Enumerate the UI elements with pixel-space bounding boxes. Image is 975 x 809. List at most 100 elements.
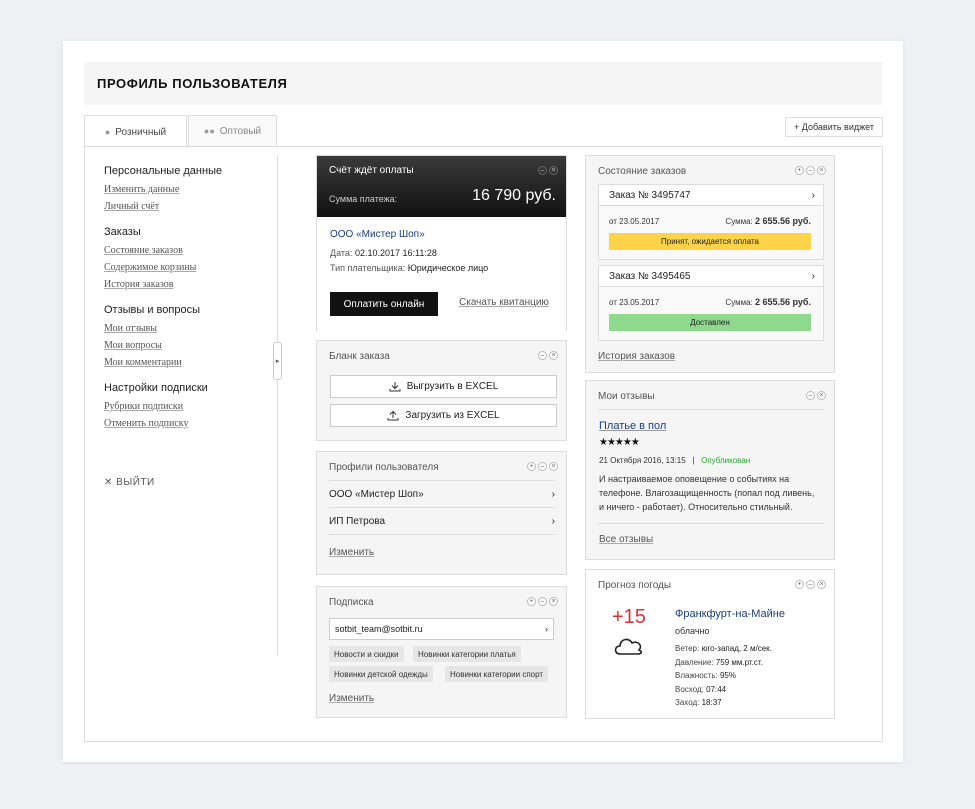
widget-title: Состояние заказов	[598, 166, 687, 177]
download-receipt-link[interactable]: Скачать квитанцию	[459, 297, 549, 308]
import-excel-button[interactable]: Загрузить из EXCEL	[330, 404, 557, 427]
sidebar-link-order-history[interactable]: История заказов	[104, 279, 274, 290]
chevron-right-icon: ▸	[275, 358, 280, 365]
order-number: Заказ № 3495747	[609, 189, 691, 201]
sidebar-link-edit-data[interactable]: Изменить данные	[104, 184, 274, 195]
order-card: Заказ № 3495465 › от 23.05.2017 Сумма: 2…	[598, 265, 824, 341]
edit-subscription-link[interactable]: Изменить	[329, 693, 374, 704]
sum-value: 2 655.56 руб.	[755, 216, 811, 226]
import-label: Загрузить из EXCEL	[405, 410, 500, 421]
settings-icon[interactable]: •	[527, 462, 536, 471]
page-header: ПРОФИЛЬ ПОЛЬЗОВАТЕЛЯ	[84, 62, 882, 105]
weather-city: Франкфурт-на-Майне	[675, 608, 785, 620]
settings-icon[interactable]: •	[795, 166, 804, 175]
sidebar-link-unsubscribe[interactable]: Отменить подписку	[104, 418, 274, 429]
profile-item[interactable]: ООО «Мистер Шоп» ›	[329, 481, 555, 508]
order-status-badge: Принят, ожидается оплата	[609, 233, 811, 250]
page-title: ПРОФИЛЬ ПОЛЬЗОВАТЕЛЯ	[97, 76, 288, 91]
close-icon[interactable]: ×	[817, 580, 826, 589]
meta-separator: |	[692, 456, 695, 465]
weather-detail-value: 07:44	[706, 684, 727, 694]
email-field[interactable]: sotbit_team@sotbit.ru ›	[329, 618, 554, 640]
review-meta: 21 Октября 2016, 13:15 | Опубликован	[599, 456, 750, 465]
weather-detail-label: Заход:	[675, 698, 702, 707]
weather-condition: облачно	[675, 626, 710, 636]
tab-retail-label: Розничный	[115, 126, 167, 138]
order-status-widget: Состояние заказов • – × Заказ № 3495747 …	[585, 155, 835, 373]
subscription-chip[interactable]: Новинки категории платья	[413, 646, 521, 662]
order-sum: Сумма: 2 655.56 руб.	[725, 216, 811, 226]
minimize-icon[interactable]: –	[538, 462, 547, 471]
tab-wholesale[interactable]: ●● Оптовый	[188, 115, 277, 147]
sidebar-link-subscription-topics[interactable]: Рубрики подписки	[104, 401, 274, 412]
subscription-chip[interactable]: Новости и скидки	[329, 646, 404, 662]
date-value: 02.10.2017 16:11:28	[354, 248, 437, 258]
widget-title: Мои отзывы	[598, 391, 655, 402]
widget-controls: • – ×	[795, 580, 826, 589]
settings-icon[interactable]: •	[527, 597, 536, 606]
order-number: Заказ № 3495465	[609, 270, 691, 282]
sidebar-heading: Заказы	[104, 226, 141, 238]
order-form-widget: Бланк заказа – × Выгрузить в EXCEL Загру…	[316, 340, 567, 441]
weather-detail-label: Давление:	[675, 657, 716, 667]
minimize-icon[interactable]: –	[806, 166, 815, 175]
chevron-right-icon: ›	[551, 488, 555, 500]
sidebar-heading: Настройки подписки	[104, 382, 208, 394]
order-history-link[interactable]: История заказов	[598, 351, 675, 362]
profile-name: ООО «Мистер Шоп»	[329, 488, 424, 500]
settings-icon[interactable]: •	[795, 580, 804, 589]
reviews-widget: Мои отзывы – × Платье в пол ★★★★★ 21 Окт…	[585, 380, 835, 560]
sidebar-link-account[interactable]: Личный счёт	[104, 201, 274, 212]
minimize-icon[interactable]: –	[806, 580, 815, 589]
logout-button[interactable]: ✕ ВЫЙТИ	[104, 477, 155, 488]
close-icon[interactable]: ×	[817, 166, 826, 175]
close-icon[interactable]: ×	[549, 597, 558, 606]
order-date: от 23.05.2017	[609, 298, 660, 307]
profile-name: ИП Петрова	[329, 515, 386, 527]
add-widget-button[interactable]: + Добавить виджет	[785, 117, 883, 137]
close-icon[interactable]: ×	[549, 166, 558, 175]
divider	[598, 523, 824, 524]
email-value: sotbit_team@sotbit.ru	[335, 624, 423, 634]
payment-title: Счёт ждёт оплаты	[329, 165, 414, 176]
minimize-icon[interactable]: –	[538, 166, 547, 175]
pay-online-button[interactable]: Оплатить онлайн	[330, 292, 438, 316]
export-excel-button[interactable]: Выгрузить в EXCEL	[330, 375, 557, 398]
widget-controls: • – ×	[795, 166, 826, 175]
sidebar-link-my-comments[interactable]: Мои комментарии	[104, 357, 274, 368]
weather-detail-row: Влажность: 95%	[675, 669, 772, 683]
close-icon[interactable]: ×	[549, 351, 558, 360]
payment-payer: Тип плательщика: Юридическое лицо	[330, 263, 488, 273]
subscription-chip[interactable]: Новинки категории спорт	[445, 666, 549, 682]
weather-detail-value: 95%	[719, 671, 736, 680]
close-icon[interactable]: ×	[549, 462, 558, 471]
all-reviews-link[interactable]: Все отзывы	[599, 534, 653, 545]
subscription-chip[interactable]: Новинки детской одежды	[329, 666, 433, 682]
sidebar-toggle-button[interactable]: ▸	[273, 342, 282, 380]
weather-widget: Прогноз погоды • – × +15 Франкфурт-на-Ма…	[585, 569, 835, 719]
payer-label: Тип плательщика:	[330, 263, 406, 273]
weather-detail-label: Восход:	[675, 684, 707, 694]
widget-controls: • – ×	[527, 462, 558, 471]
sidebar-group-personal: Персональные данные Изменить данные Личн…	[104, 165, 274, 212]
review-title-link[interactable]: Платье в пол	[599, 420, 666, 432]
logout-label: ВЫЙТИ	[116, 477, 155, 488]
chevron-right-icon: ›	[811, 189, 815, 201]
profiles-widget: Профили пользователя • – × ООО «Мистер Ш…	[316, 451, 567, 575]
tab-retail[interactable]: ● Розничный	[84, 115, 187, 148]
sidebar-link-order-status[interactable]: Состояние заказов	[104, 245, 274, 256]
payment-widget: Счёт ждёт оплаты – × Сумма платежа: 16 7…	[316, 155, 567, 331]
tab-wholesale-label: Оптовый	[219, 125, 262, 137]
order-header[interactable]: Заказ № 3495465 ›	[599, 266, 823, 287]
edit-profiles-link[interactable]: Изменить	[329, 547, 374, 558]
widget-controls: – ×	[538, 351, 558, 360]
minimize-icon[interactable]: –	[806, 391, 815, 400]
sidebar-link-my-reviews[interactable]: Мои отзывы	[104, 323, 274, 334]
close-icon[interactable]: ×	[817, 391, 826, 400]
minimize-icon[interactable]: –	[538, 597, 547, 606]
sidebar-link-cart[interactable]: Содержимое корзины	[104, 262, 274, 273]
minimize-icon[interactable]: –	[538, 351, 547, 360]
profile-item[interactable]: ИП Петрова ›	[329, 508, 555, 535]
order-header[interactable]: Заказ № 3495747 ›	[599, 185, 823, 206]
sidebar-link-my-questions[interactable]: Мои вопросы	[104, 340, 274, 351]
